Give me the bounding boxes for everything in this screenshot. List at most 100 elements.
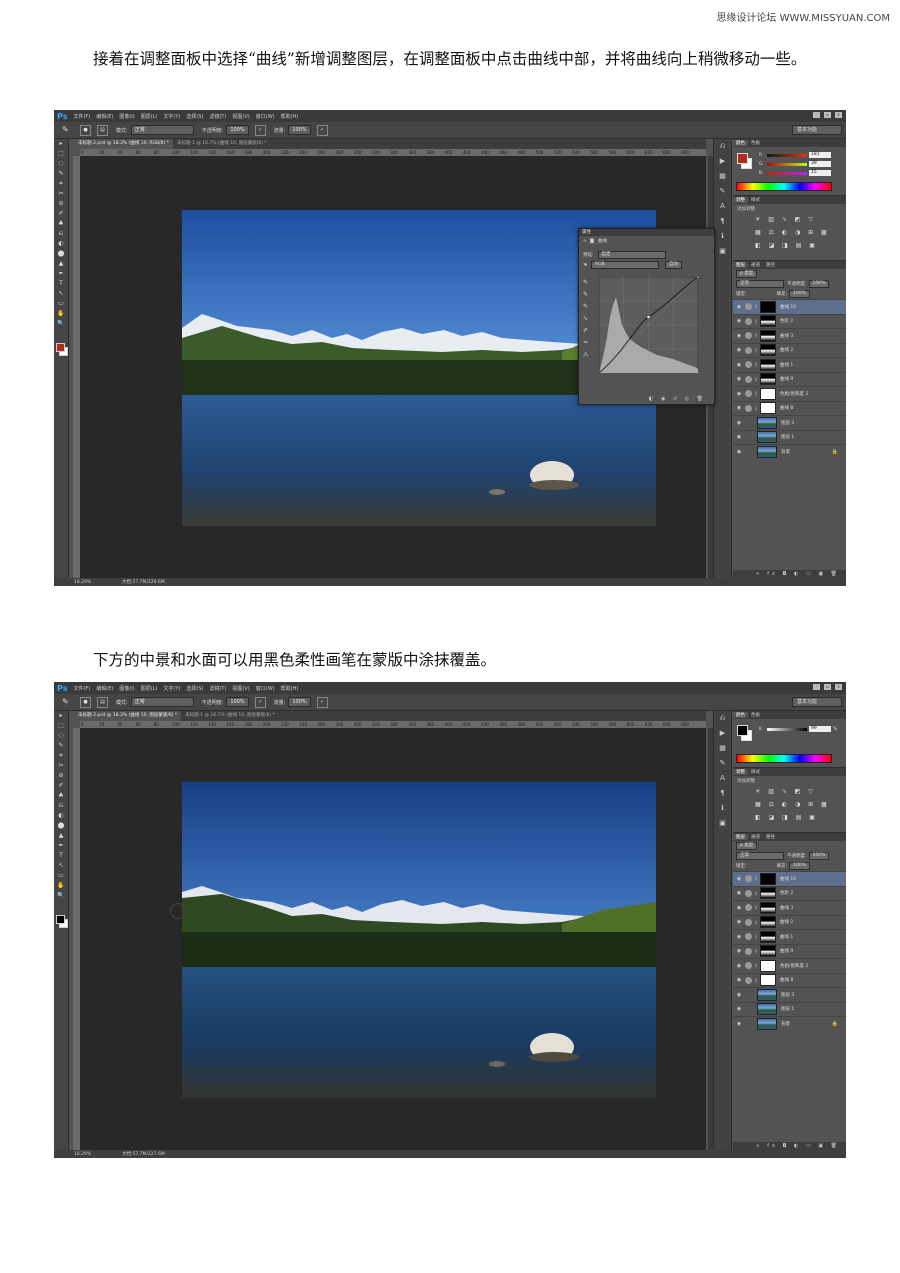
blue-slider[interactable]: B 15	[759, 170, 831, 176]
layer-mask-thumbnail[interactable]	[760, 402, 776, 415]
layer-row[interactable]: ◉ § 曲线 9	[733, 943, 846, 959]
mode-select[interactable]: 正常	[130, 697, 194, 707]
blend-mode-select[interactable]: 正常	[736, 852, 784, 860]
menu-item[interactable]: 选择(S)	[186, 114, 203, 120]
close-icon[interactable]: ×	[835, 684, 842, 690]
menu-item[interactable]: 窗口(W)	[256, 686, 275, 692]
menu-item[interactable]: 帮助(H)	[281, 686, 299, 692]
toolbox-tool-icon[interactable]: T	[54, 279, 68, 289]
layer-thumbnail[interactable]	[757, 445, 777, 458]
close-icon[interactable]: ×	[835, 112, 842, 118]
toolbox-tool-icon[interactable]: ✒	[54, 269, 68, 279]
tab-adjustments[interactable]: 调整	[733, 769, 748, 775]
tab-paths[interactable]: 路径	[763, 834, 778, 840]
menu-item[interactable]: 图像(I)	[119, 114, 134, 120]
fill-input[interactable]: 100%	[789, 290, 810, 298]
menu-item[interactable]: 文件(F)	[73, 114, 90, 120]
visibility-eye-icon[interactable]: ◉	[733, 890, 745, 896]
red-slider[interactable]: R 181	[759, 152, 831, 158]
tab-color[interactable]: 颜色	[733, 712, 748, 718]
toolbox-tool-icon[interactable]: ⊘	[54, 199, 68, 209]
layer-row[interactable]: ◉ § 色相/饱和度 2	[733, 386, 846, 401]
foreground-color-swatch[interactable]	[737, 153, 748, 164]
flow-input[interactable]: 100%	[288, 125, 311, 135]
tab-layers[interactable]: 图层	[733, 834, 748, 840]
toolbox-tool-icon[interactable]: ▭	[54, 871, 68, 881]
color-spectrum[interactable]	[736, 182, 832, 191]
workspace-select[interactable]: 基本功能	[792, 125, 842, 135]
swatch-icon[interactable]: ▦	[714, 741, 731, 756]
layer-mask-thumbnail[interactable]	[760, 315, 776, 328]
tab-adjustments[interactable]: 调整	[733, 197, 748, 203]
layer-thumbnail[interactable]	[757, 1003, 777, 1016]
layer-row[interactable]: ◉ § 曲线 1	[733, 357, 846, 372]
swatch-icon[interactable]: ▦	[714, 169, 731, 184]
pencil-icon[interactable]: ✐	[583, 325, 593, 337]
brush-tool-icon[interactable]: ✎	[62, 697, 74, 707]
layer-mask-thumbnail[interactable]	[760, 373, 776, 386]
visibility-eye-icon[interactable]: ◉	[733, 992, 745, 998]
red-bar[interactable]	[767, 153, 807, 157]
visibility-eye-icon[interactable]: ◉	[733, 1021, 745, 1027]
layer-row[interactable]: ◉ 图层 3	[733, 987, 846, 1002]
toolbox-tool-icon[interactable]: ↖	[54, 861, 68, 871]
layer-row[interactable]: ◉ 背景 🔒	[733, 1016, 846, 1031]
green-bar[interactable]	[767, 162, 807, 166]
layer-mask-thumbnail[interactable]	[760, 387, 776, 400]
menu-item[interactable]: 帮助(H)	[281, 114, 299, 120]
visibility-eye-icon[interactable]: ◉	[733, 405, 745, 411]
toolbox-tool-icon[interactable]: ✐	[54, 781, 68, 791]
toolbox-tool-icon[interactable]: ▲	[54, 259, 68, 269]
visibility-eye-icon[interactable]: ◉	[733, 934, 745, 940]
maximize-icon[interactable]: ▫	[824, 112, 831, 118]
toolbox-tool-icon[interactable]: ✋	[54, 881, 68, 891]
toolbox-tool-icon[interactable]: ⊘	[54, 771, 68, 781]
brush-panel-icon[interactable]: ▤	[97, 124, 108, 136]
toolbox-tool-icon[interactable]: ↖	[54, 289, 68, 299]
visibility-eye-icon[interactable]: ◉	[733, 376, 745, 382]
toolbox-tool-icon[interactable]: ◌	[54, 159, 68, 169]
properties-icon[interactable]: ▣	[714, 816, 731, 831]
menu-item[interactable]: 滤镜(T)	[209, 686, 226, 692]
visibility-eye-icon[interactable]: ◉	[733, 977, 745, 983]
layer-row[interactable]: ◉ § 曲线 2	[733, 914, 846, 930]
toolbox-foreground-swatch[interactable]	[56, 915, 65, 924]
menu-item[interactable]: 视图(V)	[232, 114, 249, 120]
toolbox-tool-icon[interactable]: ✎	[54, 741, 68, 751]
canvas-area[interactable]	[80, 728, 706, 1150]
blue-bar[interactable]	[767, 171, 807, 175]
paragraph-icon[interactable]: ¶	[714, 786, 731, 801]
adjustment-icons-row-2[interactable]: ▦ ⚖ ◐ ◑ ⊞ ▩	[755, 229, 830, 236]
toolbox-tool-icon[interactable]: ✐	[54, 209, 68, 219]
toolbox-tool-icon[interactable]: ⬚	[54, 149, 68, 159]
layer-mask-thumbnail[interactable]	[760, 344, 776, 357]
layer-thumbnail[interactable]	[757, 431, 777, 444]
visibility-eye-icon[interactable]: ◉	[733, 876, 745, 882]
adjustment-icons-row-3[interactable]: ◧ ◪ ◨ ▤ ▣	[755, 814, 818, 821]
layer-mask-thumbnail[interactable]	[760, 945, 776, 958]
paragraph-icon[interactable]: ¶	[714, 214, 731, 229]
actions-icon[interactable]: ▶	[714, 154, 731, 169]
layer-row[interactable]: ◉ 图层 1	[733, 1001, 846, 1017]
foreground-color-swatch[interactable]	[737, 725, 748, 736]
menu-item[interactable]: 图层(L)	[141, 686, 158, 692]
channel-select[interactable]: RGB	[591, 261, 660, 269]
color-spectrum[interactable]	[736, 754, 832, 763]
info-icon[interactable]: ℹ	[714, 229, 731, 244]
layer-thumbnail[interactable]	[757, 1017, 777, 1030]
menu-item[interactable]: 图像(I)	[119, 686, 134, 692]
document-tab[interactable]: 未标题-1 @ 16.7% (曲线 10, 图层蒙版/8) *	[173, 139, 271, 149]
blend-mode-select[interactable]: 正常	[736, 280, 784, 288]
tab-color[interactable]: 颜色	[733, 140, 748, 146]
layer-mask-thumbnail[interactable]	[760, 329, 776, 342]
layer-row[interactable]: ◉ § 曲线 10	[733, 299, 846, 314]
toolbox-tool-icon[interactable]: ✎	[54, 169, 68, 179]
auto-button[interactable]: 自动	[665, 261, 683, 269]
tab-styles[interactable]: 样式	[748, 769, 763, 775]
layer-row[interactable]: ◉ 图层 3	[733, 415, 846, 430]
toolbox-tool-icon[interactable]: ◌	[54, 731, 68, 741]
tab-paths[interactable]: 路径	[763, 262, 778, 268]
toolbox-tool-icon[interactable]: ✂	[54, 189, 68, 199]
toolbox-tool-icon[interactable]: ◐	[54, 811, 68, 821]
layer-mask-thumbnail[interactable]	[760, 959, 776, 972]
